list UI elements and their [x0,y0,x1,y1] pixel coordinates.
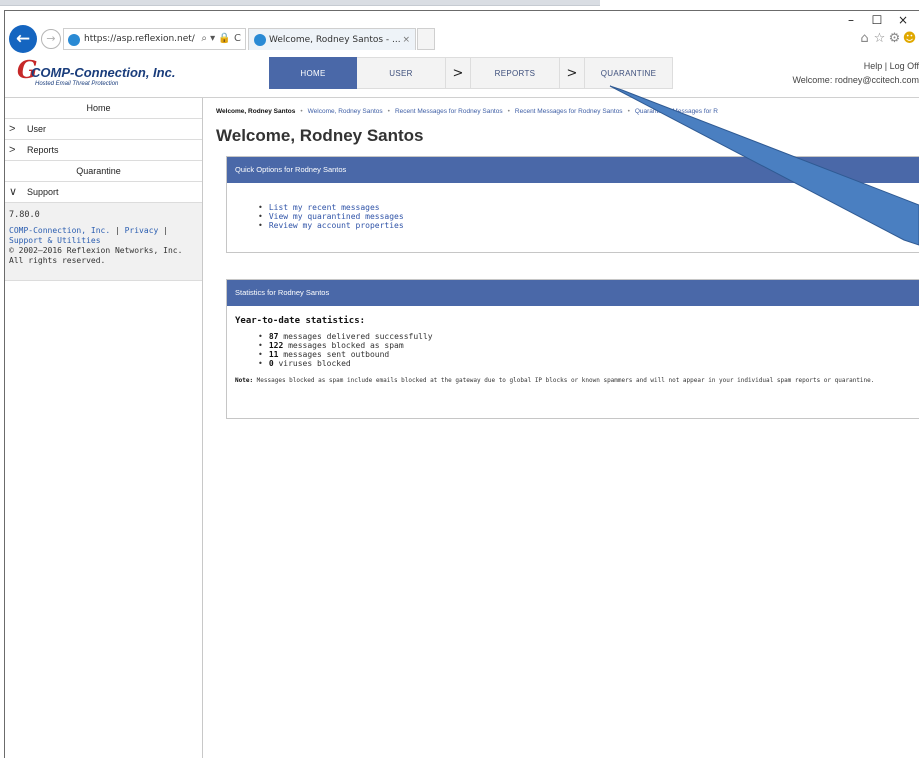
version-number: 7.80.0 [9,210,40,220]
sidebar-item-support[interactable]: ∨ Support [5,182,202,203]
nav-separator-chevron-icon: > [559,57,585,89]
chevron-down-icon: ∨ [9,186,18,198]
forward-button[interactable]: → [41,29,61,49]
new-tab-button[interactable] [417,28,435,50]
nav-home[interactable]: HOME [269,57,357,89]
sidebar-item-label: User [27,124,47,134]
panel-heading: Quick Options for Rodney Santos [227,157,919,183]
stat-text: messages blocked as spam [283,341,404,350]
browser-toolbar-icons: ⌂ ☆ ⚙ ☻ [857,31,917,46]
smiley-icon[interactable]: ☻ [902,31,917,46]
gear-icon[interactable]: ⚙ [887,31,902,46]
page-title: Welcome, Rodney Santos [216,126,424,145]
panel-heading: Statistics for Rodney Santos [227,280,919,306]
sidebar-item-label: Support [27,187,59,197]
chevron-right-icon: > [9,123,16,135]
breadcrumb-link[interactable]: Quarantined Messages for R [635,108,718,115]
note-label: Note: [235,377,254,384]
sidebar-item-user[interactable]: > User [5,119,202,140]
stat-text: messages sent outbound [278,350,390,359]
privacy-link[interactable]: Privacy [125,226,159,235]
nav-user[interactable]: USER [357,57,445,89]
sidebar-item-reports[interactable]: > Reports [5,140,202,161]
stat-text: viruses blocked [273,359,351,368]
stats-subheading: Year-to-date statistics: [235,316,366,326]
stats-list: 87 messages delivered successfully 122 m… [258,332,919,368]
statistics-panel: Statistics for Rodney Santos Year-to-dat… [226,279,919,419]
back-arrow-icon: ← [15,29,31,49]
sidebar-info: 7.80.0 COMP-Connection, Inc. | Privacy |… [5,203,202,281]
breadcrumb-link[interactable]: Recent Messages for Rodney Santos [515,108,623,115]
breadcrumb-link[interactable]: Recent Messages for Rodney Santos [395,108,503,115]
address-url: https://asp.reflexion.net/ [84,34,195,44]
user-email: rodney@ccitech.com [834,75,919,85]
chevron-right-icon: > [9,144,16,156]
quick-options-panel: Quick Options for Rodney Santos List my … [226,156,919,253]
list-item: 11 messages sent outbound [258,350,919,359]
list-item: 122 messages blocked as spam [258,341,919,350]
logoff-link[interactable]: Log Off [890,61,919,71]
ie-site-icon [68,34,80,46]
screen: ← → https://asp.reflexion.net/ ⌕ ▾ 🔒 C W… [0,0,919,758]
header-user-info: Help | Log Off Welcome: rodney@ccitech.c… [792,61,919,85]
window-controls: – ☐ × [839,13,917,27]
sidebar-item-label: Home [86,103,111,113]
tab-favicon-icon [254,34,266,46]
main-content: Welcome, Rodney Santos • Welcome, Rodney S… [216,98,919,758]
back-button[interactable]: ← [9,25,37,53]
maximize-icon[interactable]: ☐ [865,13,891,27]
rights-text: All rights reserved. [9,256,106,265]
logo-tagline: Hosted Email Threat Protection [35,81,119,87]
background-window-shadow [0,0,600,6]
star-icon[interactable]: ☆ [872,31,887,46]
main-nav: HOME USER > REPORTS > QUARANTINE [269,57,673,89]
list-item: 87 messages delivered successfully [258,332,919,341]
spam-note: Note: Messages blocked as spam include e… [235,376,917,385]
breadcrumb-link[interactable]: Welcome, Rodney Santos [308,108,383,115]
close-icon[interactable]: × [891,13,917,27]
sidebar: Home > User > Reports Quarantine ∨ Support … [5,98,203,758]
address-tools-icons[interactable]: ⌕ ▾ 🔒 C [201,29,241,49]
company-link[interactable]: COMP-Connection, Inc. [9,226,110,235]
nav-reports[interactable]: REPORTS [471,57,559,89]
site-header: G COMP-Connection, Inc. Hosted Email Thr… [5,53,919,98]
breadcrumb-separator: • [300,108,303,115]
note-text: Messages blocked as spam include emails … [253,377,875,384]
copyright-text: © 2002—2016 Reflexion Networks, Inc. [9,246,183,255]
forward-arrow-icon: → [46,32,56,45]
company-logo[interactable]: G COMP-Connection, Inc. Hosted Email Thr… [17,55,187,93]
breadcrumb-separator: • [507,108,510,115]
review-account-link[interactable]: Review my account properties [258,221,919,230]
nav-quarantine[interactable]: QUARANTINE [585,57,673,89]
breadcrumb-current: Welcome, Rodney Santos [216,108,296,115]
breadcrumb-separator: • [627,108,630,115]
breadcrumb: Welcome, Rodney Santos • Welcome, Rodney S… [216,108,919,115]
sidebar-item-quarantine[interactable]: Quarantine [5,161,202,182]
background-window-strip [0,0,919,10]
browser-tab-active[interactable]: Welcome, Rodney Santos - ... × [248,28,416,50]
tab-title: Welcome, Rodney Santos - ... [269,35,401,45]
home-icon[interactable]: ⌂ [857,31,872,46]
sidebar-item-label: Quarantine [76,166,121,176]
quick-options-list: List my recent messages View my quaranti… [258,203,919,230]
browser-chrome: ← → https://asp.reflexion.net/ ⌕ ▾ 🔒 C W… [5,11,919,53]
stat-text: messages delivered successfully [278,332,433,341]
help-link[interactable]: Help [864,61,883,71]
breadcrumb-separator: • [387,108,390,115]
list-item: 0 viruses blocked [258,359,919,368]
list-recent-messages-link[interactable]: List my recent messages [258,203,919,212]
welcome-prefix: Welcome: [792,75,835,85]
view-quarantined-link[interactable]: View my quarantined messages [258,212,919,221]
tab-close-icon[interactable]: × [402,29,410,50]
nav-separator-chevron-icon: > [445,57,471,89]
sidebar-item-home[interactable]: Home [5,98,202,119]
stat-count: 122 [268,341,284,350]
support-utilities-link[interactable]: Support & Utilities [9,236,101,245]
sidebar-item-label: Reports [27,145,59,155]
address-bar[interactable]: https://asp.reflexion.net/ ⌕ ▾ 🔒 C [63,28,246,50]
logo-name: COMP-Connection, Inc. [31,65,176,80]
minimize-icon[interactable]: – [839,13,865,27]
